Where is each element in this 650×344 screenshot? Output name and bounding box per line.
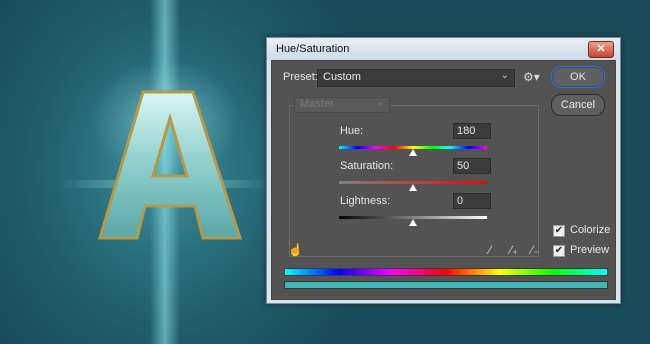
lightness-label: Lightness: — [340, 195, 391, 207]
dialog-titlebar[interactable]: Hue/Saturation ✕ — [267, 38, 620, 60]
preset-dropdown[interactable]: Custom ⌄ — [317, 69, 515, 87]
eyedropper-minus-icon[interactable]: ⁄₋ — [531, 243, 539, 257]
preview-label: Preview — [570, 244, 610, 256]
result-color-bar — [284, 281, 608, 289]
chevron-down-icon: ⌄ — [500, 70, 509, 81]
close-button[interactable]: ✕ — [588, 41, 614, 58]
preset-label: Preset: — [283, 71, 318, 83]
colorize-label: Colorize — [570, 224, 611, 236]
preset-value: Custom — [323, 71, 361, 83]
hue-slider-thumb[interactable] — [409, 149, 417, 156]
chevron-down-icon: ⌄ — [376, 97, 385, 108]
ok-button[interactable]: OK — [551, 66, 605, 88]
lightness-field[interactable]: 0 — [453, 193, 491, 209]
colorize-checkbox[interactable]: ✔ — [553, 225, 565, 237]
dialog-title: Hue/Saturation — [276, 43, 350, 55]
cancel-button[interactable]: Cancel — [551, 94, 605, 116]
glowing-letter-graphic — [97, 90, 243, 240]
channel-value: Master — [300, 98, 334, 110]
hand-target-icon[interactable]: ☝ — [288, 243, 303, 257]
channel-dropdown[interactable]: Master ⌄ — [294, 97, 390, 113]
dialog-body: Preset: Custom ⌄ ⚙▾ OK Cancel Master ⌄ H… — [271, 60, 616, 300]
source-color-bar — [284, 268, 608, 276]
saturation-field[interactable]: 50 — [453, 158, 491, 174]
eyedropper-icon[interactable]: ⁄ — [489, 243, 491, 257]
hue-field[interactable]: 180 — [453, 123, 491, 139]
saturation-label: Saturation: — [340, 160, 394, 172]
preview-checkbox[interactable]: ✔ — [553, 245, 565, 257]
eyedropper-plus-icon[interactable]: ⁄₊ — [510, 243, 518, 257]
gear-icon[interactable]: ⚙▾ — [523, 70, 540, 84]
hue-label: Hue: — [340, 125, 364, 137]
lightness-slider-thumb[interactable] — [409, 219, 417, 226]
hue-saturation-dialog: Hue/Saturation ✕ Preset: Custom ⌄ ⚙▾ OK … — [266, 37, 621, 304]
saturation-slider-thumb[interactable] — [409, 184, 417, 191]
